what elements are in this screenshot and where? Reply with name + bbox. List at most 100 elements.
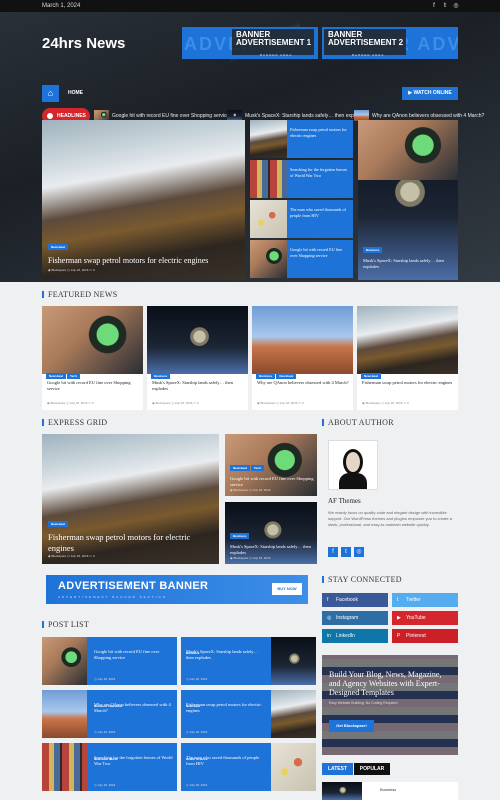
category-badge[interactable]: Newsbeat <box>230 465 251 471</box>
post-date: July 18, 2016 <box>252 556 271 560</box>
express-main-story[interactable]: Newsbeat Fisherman swap petrol motors fo… <box>42 434 219 564</box>
get-blockspare-button[interactable]: Get Blockspare! <box>329 720 374 732</box>
site-logo[interactable]: 24hrs News <box>42 35 125 52</box>
post-list-item[interactable]: BusinessNewsbeat Why are QAnon believers… <box>42 690 177 738</box>
express-main-title[interactable]: Fisherman swap petrol motors for electri… <box>48 532 213 554</box>
post-author: Blockspare <box>365 401 381 405</box>
tab-list-item[interactable]: Business <box>322 782 458 800</box>
category-badge[interactable]: Newsbeat <box>46 373 67 379</box>
advertisement-banner[interactable]: ADVERTISEMENT BANNER ADVERTISEMENT BANNE… <box>46 575 308 604</box>
hero-list-thumbnail <box>250 120 287 158</box>
category-badge[interactable]: Business <box>151 373 171 379</box>
hero-list-item[interactable]: Searching for the forgotten heroes of Wo… <box>250 160 353 198</box>
linkedin-icon: in <box>327 633 331 639</box>
post-list-item[interactable]: Newsbeat Fisherman swap petrol motors fo… <box>181 690 316 738</box>
post-list-item[interactable]: NewsbeatWorld Searching for the forgotte… <box>42 743 177 791</box>
post-meta: ◷ July 18, 2016 <box>94 730 116 734</box>
post-title[interactable]: Google hit with record EU fine over Shop… <box>94 649 174 661</box>
featured-card[interactable]: Newsbeat Fisherman swap petrol motors fo… <box>357 306 458 410</box>
hero-main-title[interactable]: Fisherman swap petrol motors for electri… <box>48 256 208 265</box>
post-list-item[interactable]: HealthScience The man who saved thousand… <box>181 743 316 791</box>
express-side-story[interactable]: Newsbeat Tech Google hit with record EU f… <box>225 434 317 496</box>
featured-news-heading: FEATURED NEWS <box>42 290 117 299</box>
twitter-follow-button[interactable]: t Twitter <box>392 593 458 607</box>
avatar-face <box>343 449 363 475</box>
avatar-body <box>339 473 367 489</box>
post-list-item[interactable]: Google hit with record EU fine over Shop… <box>42 637 177 685</box>
instagram-follow-button[interactable]: ◎ Instagram <box>322 611 388 625</box>
twitter-icon[interactable]: 𝕥 <box>442 3 448 9</box>
category-badge[interactable]: Business <box>380 787 396 792</box>
facebook-follow-button[interactable]: f Facebook <box>322 593 388 607</box>
buy-now-button[interactable]: BUY NOW <box>272 583 302 595</box>
facebook-icon[interactable]: f <box>328 547 338 557</box>
post-meta: ◉ Blockspare ◷ July 18, 2016 ▭ 0 <box>48 554 95 558</box>
hero-right-title[interactable]: Musk's SpaceX: Starship lands safely… th… <box>363 258 455 270</box>
facebook-icon[interactable]: f <box>431 3 437 9</box>
post-date: July 18, 2016 <box>69 401 88 405</box>
social-label: Instagram <box>336 615 359 621</box>
category-badge[interactable]: Newsbeat <box>276 373 297 379</box>
instagram-icon[interactable]: ◎ <box>453 3 459 9</box>
category-badge[interactable]: Business <box>363 247 383 253</box>
express-side-story[interactable]: Business Musk's SpaceX: Starship lands s… <box>225 502 317 564</box>
banner-ad-2[interactable]: ER ADV BANNER ADVERTISEMENT 2 BANNER ARE… <box>322 27 458 59</box>
post-thumbnail <box>271 743 316 791</box>
featured-title[interactable]: Musk's SpaceX: Starship lands safely… th… <box>152 380 244 392</box>
category-badge[interactable]: Tech <box>67 373 80 379</box>
instagram-icon[interactable]: ◎ <box>354 547 364 557</box>
nav-home[interactable]: HOME <box>68 90 83 96</box>
hero-main-story[interactable]: Newsbeat Fisherman swap petrol motors fo… <box>42 120 245 280</box>
featured-title[interactable]: Google hit with record EU fine over Shop… <box>47 380 139 392</box>
post-thumbnail <box>42 743 87 791</box>
hero-right-story[interactable]: Business Musk's SpaceX: Starship lands s… <box>358 120 458 280</box>
featured-card[interactable]: Newsbeat Tech Google hit with record EU f… <box>42 306 143 410</box>
post-meta: ◉ Blockspare ◷ July 18, 2016 ▭ 0 <box>48 268 208 272</box>
tab-popular[interactable]: POPULAR <box>354 763 390 775</box>
promo-subtitle: Easy Website Building: No Coding Require… <box>329 701 398 705</box>
home-icon[interactable]: ⌂ <box>42 85 59 102</box>
category-badge[interactable]: Tech <box>251 465 264 471</box>
featured-card[interactable]: Business Musk's SpaceX: Starship lands s… <box>147 306 248 410</box>
featured-card[interactable]: Business Newsbeat Why are QAnon believers… <box>252 306 353 410</box>
blockspare-promo-banner[interactable]: Build Your Blog, News, Magazine, and Age… <box>322 655 458 755</box>
category-badge[interactable]: Newsbeat <box>48 244 69 250</box>
category-badge[interactable]: Business <box>230 533 250 539</box>
tab-latest[interactable]: LATEST <box>322 763 353 775</box>
express-grid-heading: EXPRESS GRID <box>42 418 107 427</box>
featured-title[interactable]: Fisherman swap petrol motors for electri… <box>362 380 454 386</box>
post-title[interactable]: Why are QAnon believers obsessed with 4 … <box>94 702 174 714</box>
hero-list-item[interactable]: Fisherman swap petrol motors for electri… <box>250 120 353 158</box>
linkedin-follow-button[interactable]: in LinkedIn <box>322 629 388 643</box>
hero-list-title: Searching for the forgotten heroes of Wo… <box>290 167 348 178</box>
post-thumbnail <box>42 690 87 738</box>
post-list-item[interactable]: Business Musk's SpaceX: Starship lands s… <box>181 637 316 685</box>
post-date: July 18, 2016 <box>97 730 116 734</box>
category-badge[interactable]: Newsbeat <box>361 373 382 379</box>
twitter-icon: t <box>397 597 399 603</box>
comment-count: 0 <box>196 401 199 405</box>
pinterest-follow-button[interactable]: P Pinterest <box>392 629 458 643</box>
author-avatar <box>328 440 378 490</box>
express-side-title[interactable]: Musk's SpaceX: Starship lands safely… th… <box>230 544 315 556</box>
hero-list-title: Fisherman swap petrol motors for electri… <box>290 127 347 138</box>
category-badge[interactable]: Newsbeat <box>48 521 69 527</box>
banner-ad-1[interactable]: ADVER BANNER ADVERTISEMENT 1 BANNER AREA <box>182 27 318 59</box>
post-title[interactable]: Musk's SpaceX: Starship lands safely… th… <box>186 649 266 661</box>
comment-count: 0 <box>406 401 409 405</box>
featured-title[interactable]: Why are QAnon believers obsessed with 4 … <box>257 380 349 386</box>
post-author: Blockspare <box>51 268 67 272</box>
ad-2-title: BANNER ADVERTISEMENT 2 <box>328 30 404 47</box>
post-title[interactable]: The man who saved thousands of people fr… <box>186 755 266 767</box>
category-badge[interactable]: Business <box>256 373 276 379</box>
social-label: Pinterest <box>406 633 426 639</box>
express-side-title[interactable]: Google hit with record EU fine over Shop… <box>230 476 315 488</box>
youtube-follow-button[interactable]: ▶ YouTube <box>392 611 458 625</box>
hero-list-item[interactable]: The man who saved thousands of people fr… <box>250 200 353 238</box>
hero-list-item[interactable]: Google hit with record EU fine over Shop… <box>250 240 353 278</box>
post-title[interactable]: Fisherman swap petrol motors for electri… <box>186 702 266 714</box>
post-title[interactable]: Searching for the forgotten heroes of Wo… <box>94 755 174 767</box>
post-date: July 18, 2016 <box>252 488 271 492</box>
watch-online-button[interactable]: ▶ WATCH ONLINE <box>402 87 458 100</box>
twitter-icon[interactable]: t <box>341 547 351 557</box>
